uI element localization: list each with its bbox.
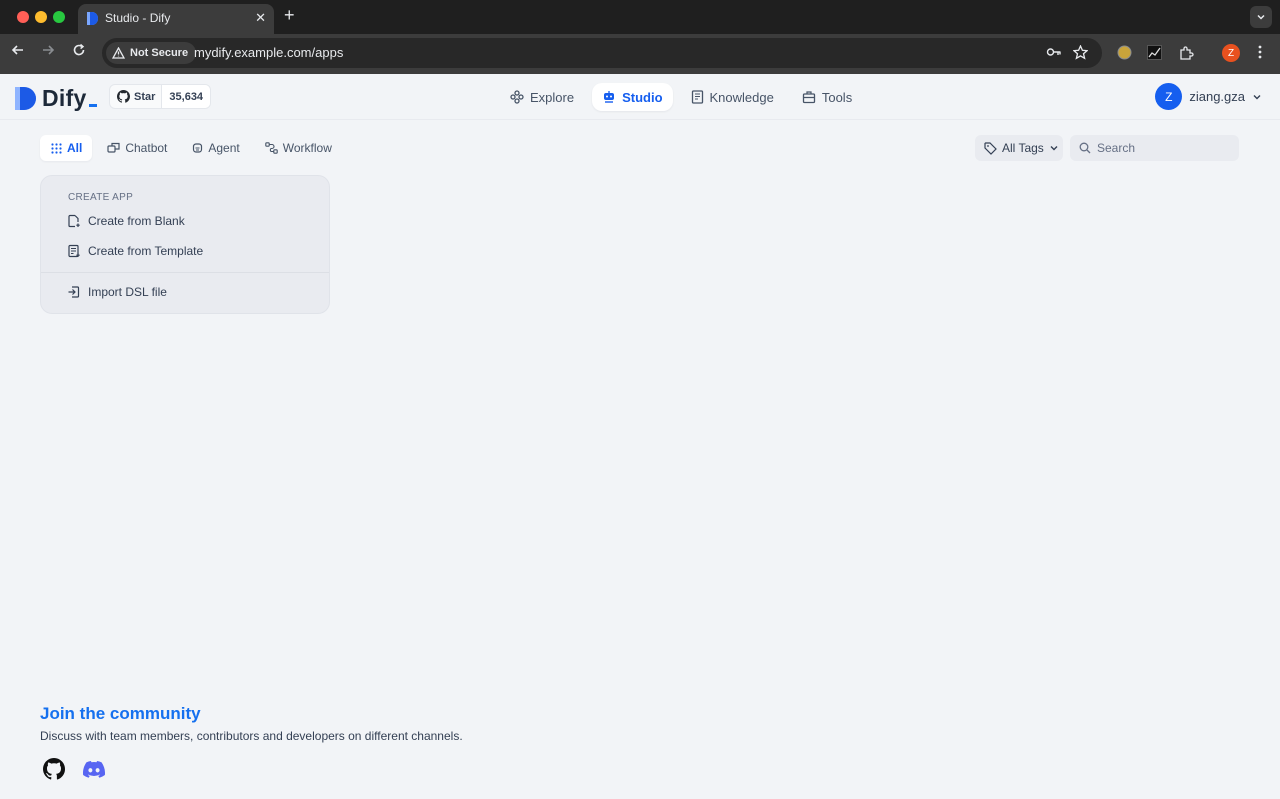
file-plus-icon bbox=[68, 214, 80, 228]
nav-studio-label: Studio bbox=[622, 89, 663, 105]
filter-tab-agent[interactable]: Agent bbox=[181, 135, 249, 161]
browser-tab[interactable]: Studio - Dify ✕ bbox=[78, 4, 274, 34]
reload-icon[interactable] bbox=[69, 43, 89, 62]
security-indicator[interactable]: Not Secure bbox=[106, 42, 197, 64]
github-icon bbox=[43, 758, 65, 780]
explore-icon bbox=[510, 90, 524, 104]
tab-title: Studio - Dify bbox=[105, 11, 171, 25]
warning-triangle-icon bbox=[112, 47, 125, 59]
github-star-count: 35,634 bbox=[161, 85, 211, 108]
logo-underscore bbox=[88, 104, 97, 107]
import-dsl-label: Import DSL file bbox=[88, 285, 167, 299]
window-minimize-button[interactable] bbox=[35, 11, 47, 23]
search-input[interactable] bbox=[1097, 141, 1227, 155]
tab-search-chevron-icon[interactable] bbox=[1250, 6, 1272, 28]
create-from-blank-label: Create from Blank bbox=[88, 214, 185, 228]
address-bar[interactable]: Not Secure mydify.example.com/apps bbox=[102, 38, 1102, 68]
import-dsl-button[interactable]: Import DSL file bbox=[67, 285, 167, 299]
logo-text: Dify bbox=[42, 85, 87, 111]
github-star-label: Star bbox=[134, 90, 156, 103]
extension-chart-icon[interactable] bbox=[1147, 45, 1162, 65]
github-star-badge[interactable]: Star 35,634 bbox=[109, 84, 212, 109]
agent-icon bbox=[193, 143, 203, 153]
create-app-card: CREATE APP Create from Blank Create from… bbox=[40, 175, 330, 314]
tags-filter-label: All Tags bbox=[1002, 141, 1044, 155]
url-text: mydify.example.com/apps bbox=[194, 45, 344, 60]
nav-tools-label: Tools bbox=[821, 89, 853, 105]
github-community-link[interactable] bbox=[40, 755, 68, 783]
search-icon bbox=[1079, 142, 1091, 154]
browser-menu-kebab-icon[interactable] bbox=[1258, 45, 1262, 64]
community-title: Join the community bbox=[40, 704, 201, 723]
browser-toolbar: Not Secure mydify.example.com/apps Z bbox=[0, 34, 1280, 74]
filter-tab-workflow[interactable]: Workflow bbox=[254, 135, 342, 161]
forward-arrow-icon[interactable] bbox=[38, 43, 58, 62]
file-template-icon bbox=[68, 244, 80, 258]
toolbox-icon bbox=[802, 91, 815, 104]
import-file-icon bbox=[68, 286, 80, 298]
tag-icon bbox=[984, 141, 997, 155]
create-from-template-button[interactable]: Create from Template bbox=[67, 244, 203, 258]
password-key-icon[interactable] bbox=[1046, 45, 1062, 61]
new-tab-button[interactable]: + bbox=[284, 5, 295, 26]
create-from-template-label: Create from Template bbox=[88, 244, 204, 258]
window-close-button[interactable] bbox=[17, 11, 29, 23]
community-section: Join the community Discuss with team mem… bbox=[40, 704, 463, 783]
nav-knowledge-label: Knowledge bbox=[709, 89, 774, 105]
nav-studio[interactable]: Studio bbox=[592, 83, 673, 111]
browser-tab-strip: Studio - Dify ✕ + bbox=[0, 0, 1280, 34]
extension-circle-icon[interactable] bbox=[1117, 45, 1132, 65]
community-description: Discuss with team members, contributors … bbox=[40, 729, 463, 743]
dify-app: Dify Star 35,634 Explore Studio Knowledg… bbox=[0, 74, 1280, 799]
dify-logo-mark-icon bbox=[15, 87, 36, 110]
bookmark-star-icon[interactable] bbox=[1072, 44, 1089, 63]
app-type-filter: All Chatbot Agent Workflow bbox=[40, 135, 342, 161]
dify-favicon-icon bbox=[87, 12, 98, 25]
create-card-divider bbox=[41, 272, 329, 273]
nav-explore[interactable]: Explore bbox=[500, 83, 584, 111]
github-icon bbox=[117, 90, 130, 103]
user-menu[interactable]: Z ziang.gza bbox=[1155, 83, 1262, 110]
grid-dots-icon bbox=[51, 142, 62, 154]
user-avatar: Z bbox=[1155, 83, 1183, 110]
filter-tab-chatbot[interactable]: Chatbot bbox=[96, 135, 177, 161]
filter-tab-workflow-label: Workflow bbox=[282, 141, 332, 155]
chevron-down-icon bbox=[1050, 146, 1058, 151]
filter-tab-agent-label: Agent bbox=[208, 141, 240, 155]
nav-knowledge[interactable]: Knowledge bbox=[681, 83, 784, 111]
window-zoom-button[interactable] bbox=[53, 11, 65, 23]
discord-icon bbox=[83, 760, 105, 778]
extensions-puzzle-icon[interactable] bbox=[1178, 45, 1194, 66]
nav-tools[interactable]: Tools bbox=[792, 83, 862, 111]
profile-avatar[interactable]: Z bbox=[1222, 44, 1240, 62]
search-box[interactable] bbox=[1070, 135, 1239, 161]
studio-robot-icon bbox=[604, 91, 615, 103]
discord-community-link[interactable] bbox=[80, 755, 108, 783]
nav-explore-label: Explore bbox=[530, 89, 575, 105]
book-icon bbox=[691, 90, 703, 104]
tags-filter-dropdown[interactable]: All Tags bbox=[975, 135, 1063, 161]
filter-tab-all[interactable]: All bbox=[40, 135, 93, 161]
app-header: Dify Star 35,634 Explore Studio Knowledg… bbox=[0, 74, 1280, 120]
github-star-button[interactable]: Star bbox=[110, 85, 161, 108]
back-arrow-icon[interactable] bbox=[8, 43, 28, 62]
create-from-blank-button[interactable]: Create from Blank bbox=[67, 214, 185, 228]
dify-logo[interactable]: Dify bbox=[15, 85, 97, 112]
security-label: Not Secure bbox=[130, 47, 189, 59]
main-nav: Explore Studio Knowledge Tools bbox=[500, 83, 862, 111]
community-links bbox=[40, 755, 463, 783]
tab-close-icon[interactable]: ✕ bbox=[255, 10, 266, 26]
filter-tab-all-label: All bbox=[67, 141, 83, 155]
user-name: ziang.gza bbox=[1189, 89, 1245, 104]
filter-tab-chatbot-label: Chatbot bbox=[125, 141, 168, 155]
workflow-icon bbox=[264, 142, 278, 154]
chatbot-icon bbox=[107, 142, 120, 153]
chevron-down-icon bbox=[1253, 94, 1261, 99]
create-app-heading: CREATE APP bbox=[68, 192, 134, 203]
